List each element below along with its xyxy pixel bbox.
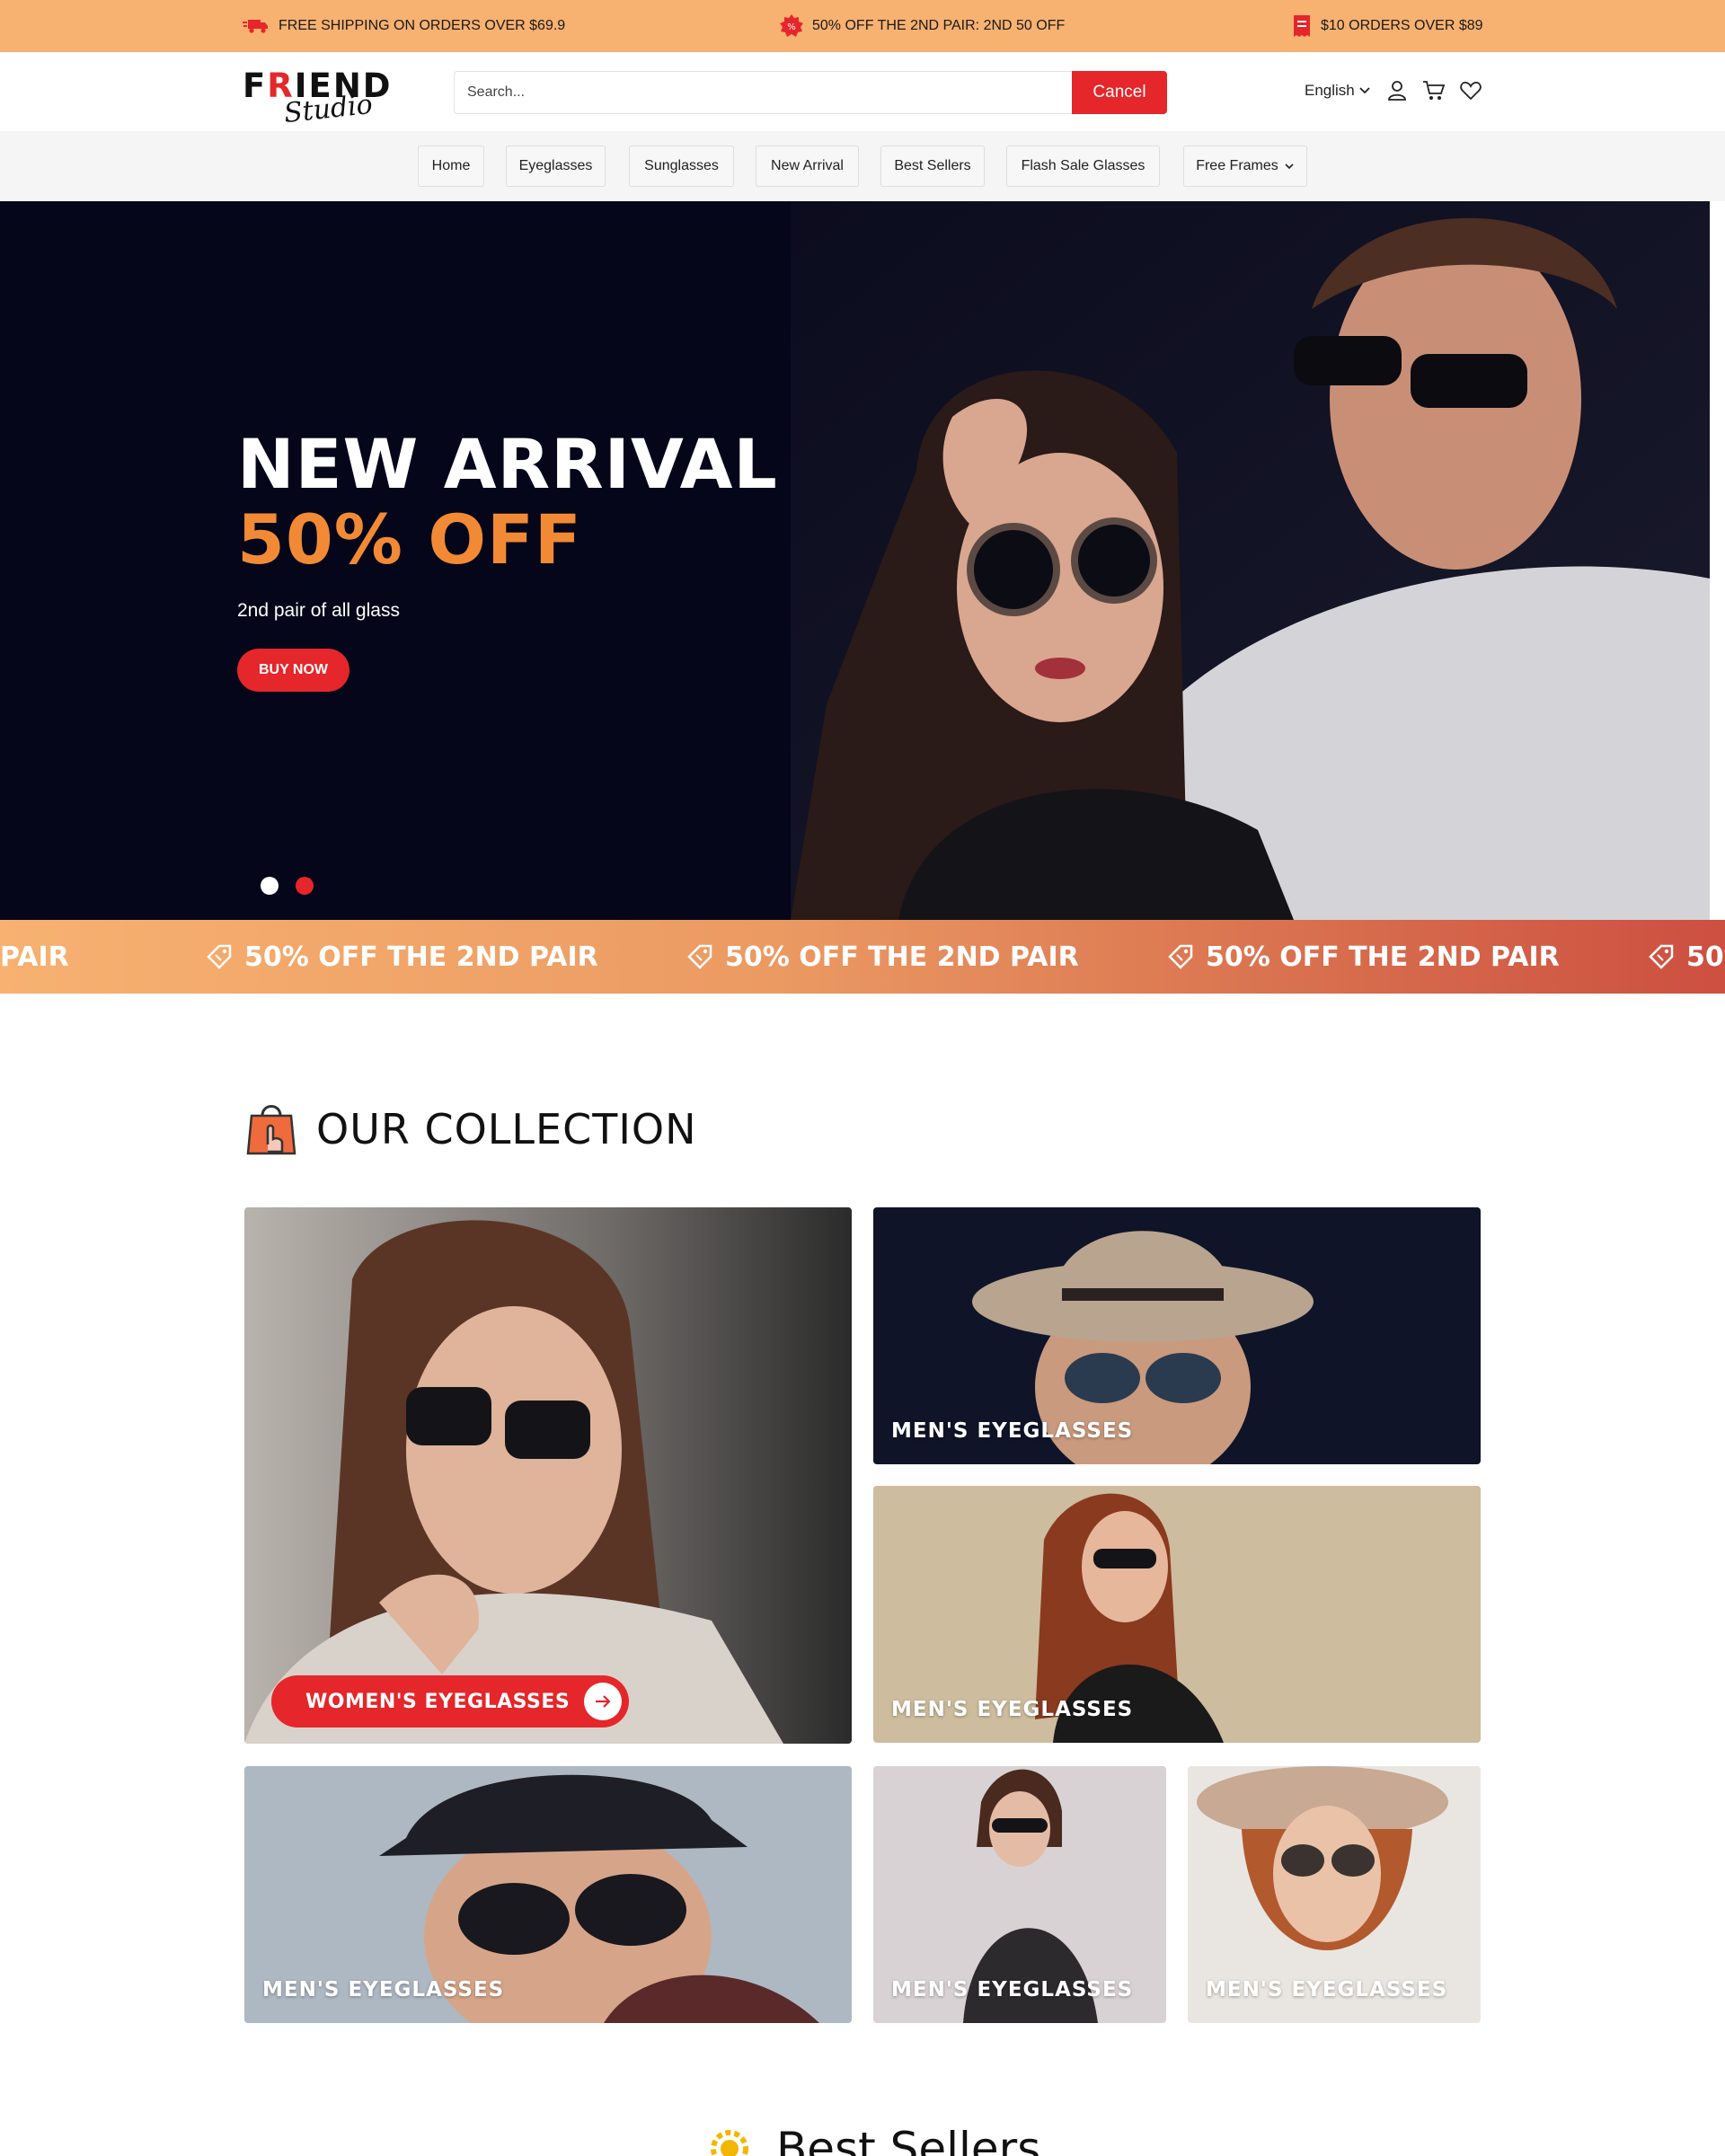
marquee-item: 50% [1647,920,1725,994]
nav-label: Sunglasses [644,158,719,173]
nav-eyeglasses[interactable]: Eyeglasses [506,146,606,187]
promo-text: FREE SHIPPING ON ORDERS OVER $69.9 [279,18,566,33]
discount-tag-icon [687,944,712,969]
truck-icon [243,20,268,33]
buy-now-button[interactable]: BUY NOW [237,649,349,692]
nav-free-frames[interactable]: Free Frames [1183,146,1307,187]
nav-label: Flash Sale Glasses [1021,158,1146,173]
promo-text: $10 ORDERS OVER $89 [1321,18,1483,33]
main-nav: Home Eyeglasses Sunglasses New Arrival B… [0,131,1725,201]
collection-card-mens-1[interactable]: MEN'S EYEGLASSES [873,1207,1481,1464]
percent-badge-icon: % [780,14,803,37]
card-label: MEN'S EYEGLASSES [891,1978,1134,2001]
nav-flash-sale[interactable]: Flash Sale Glasses [1006,146,1160,187]
search-input[interactable] [454,71,1072,114]
card-label: MEN'S EYEGLASSES [262,1978,505,2001]
account-button[interactable] [1385,79,1409,102]
marquee-item: 50% OFF THE 2ND PAIR [205,920,598,994]
page-scrollbar[interactable] [1710,201,1725,920]
cancel-button[interactable]: Cancel [1072,71,1167,114]
slider-dot-1[interactable] [261,877,279,895]
promo-marquee: PAIR 50% OFF THE 2ND PAIR 50% OFF THE 2N… [0,920,1725,994]
cart-icon [1423,81,1446,100]
collection-title: OUR COLLECTION [316,1105,697,1153]
promo-discount: % 50% OFF THE 2ND PAIR: 2ND 50 OFF [780,0,1065,52]
nav-home[interactable]: Home [418,146,484,187]
womens-eyeglasses-pill[interactable]: WOMEN'S EYEGLASSES [271,1675,629,1727]
marquee-item: PAIR [0,941,69,973]
slider-dot-2[interactable] [296,877,314,895]
shopping-bag-icon [246,1105,296,1155]
marquee-item: 50% OFF THE 2ND PAIR [1166,920,1560,994]
svg-text:%: % [787,22,796,32]
hero-image [791,201,1710,920]
language-selector[interactable]: English [1305,82,1371,100]
sun-badge-icon [711,2130,748,2156]
heart-icon [1460,82,1482,101]
receipt-icon [1294,15,1310,37]
arrow-right-icon [596,1695,611,1708]
nav-best-sellers[interactable]: Best Sellers [880,146,985,187]
chevron-down-icon [1285,163,1294,170]
nav-label: Best Sellers [894,158,971,173]
collection-card-mens-5[interactable]: MEN'S EYEGLASSES [1188,1766,1481,2023]
site-header: FRIEND Studio Cancel English [0,52,1725,131]
collection-card-mens-2[interactable]: MEN'S EYEGLASSES [873,1486,1481,1743]
arrow-right-button[interactable] [584,1683,622,1720]
card-label: MEN'S EYEGLASSES [891,1698,1134,1721]
promo-shipping: FREE SHIPPING ON ORDERS OVER $69.9 [243,0,565,52]
discount-tag-icon [1649,944,1674,969]
card-label: MEN'S EYEGLASSES [891,1419,1134,1443]
nav-sunglasses[interactable]: Sunglasses [629,146,734,187]
hero-slider: NEW ARRIVAL 50% OFF 2nd pair of all glas… [0,201,1710,920]
nav-label: Free Frames [1196,158,1278,173]
promo-orders: $10 ORDERS OVER $89 [1292,0,1483,52]
marquee-item: 50% OFF THE 2ND PAIR [686,920,1079,994]
promo-text: 50% OFF THE 2ND PAIR: 2ND 50 OFF [812,18,1066,33]
collection-card-womens[interactable]: WOMEN'S EYEGLASSES [244,1207,852,1744]
promo-bar: FREE SHIPPING ON ORDERS OVER $69.9 % 50%… [0,0,1725,52]
hero-title: NEW ARRIVAL [237,424,778,504]
language-label: English [1305,82,1355,99]
logo[interactable]: FRIEND Studio [243,61,391,129]
nav-label: Home [431,158,471,173]
hero-subtitle: 2nd pair of all glass [237,600,400,621]
card-label: WOMEN'S EYEGLASSES [305,1690,571,1713]
best-sellers-title: Best Sellers [776,2123,1041,2156]
collection-card-mens-3[interactable]: MEN'S EYEGLASSES [244,1766,852,2023]
card-image [244,1207,852,1744]
collection-header: OUR COLLECTION [246,1098,697,1161]
discount-tag-icon [1168,944,1193,969]
user-icon [1388,81,1406,101]
collection-card-mens-4[interactable]: MEN'S EYEGLASSES [873,1766,1166,2023]
card-label: MEN'S EYEGLASSES [1206,1978,1448,2001]
discount-tag-icon [207,944,232,969]
search-bar: Cancel [454,71,1167,114]
hero-offer: 50% OFF [237,499,582,579]
nav-label: Eyeglasses [518,158,593,173]
nav-label: New Arrival [771,158,844,173]
chevron-down-icon [1359,87,1370,94]
cart-button[interactable] [1421,79,1446,102]
wishlist-button[interactable] [1459,79,1482,102]
nav-new-arrival[interactable]: New Arrival [756,146,859,187]
best-sellers-header: Best Sellers [703,2122,1040,2156]
